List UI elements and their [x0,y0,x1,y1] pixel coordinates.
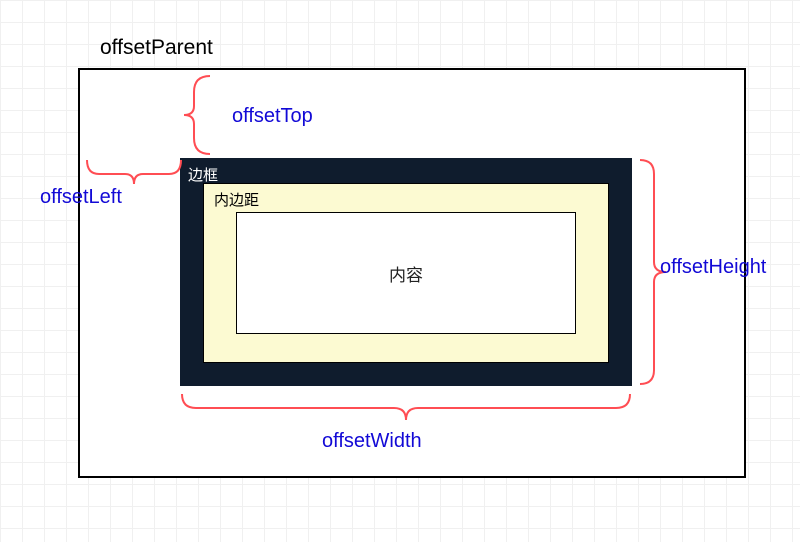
border-label: 边框 [188,164,218,185]
content-label: 内容 [389,261,423,286]
offset-top-label: offsetTop [232,105,313,128]
border-box: 边框 内边距 内容 [180,158,632,386]
padding-label: 内边距 [214,189,259,210]
offset-width-label: offsetWidth [322,430,422,453]
padding-box: 内边距 内容 [203,183,609,363]
offset-parent-label: offsetParent [100,36,213,60]
offset-height-label: offsetHeight [660,256,766,279]
content-box: 内容 [236,212,576,334]
offset-left-label: offsetLeft [40,186,122,209]
brace-offset-top-icon [180,74,228,156]
